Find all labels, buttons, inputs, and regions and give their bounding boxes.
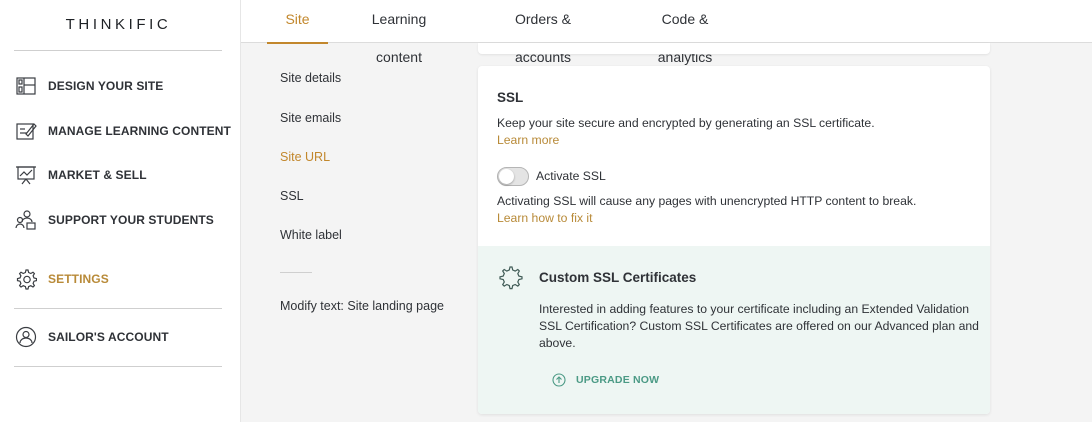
arrow-up-circle-icon (552, 373, 566, 387)
custom-ssl-upsell: Custom SSL Certificates Interested in ad… (478, 246, 990, 414)
sidebar-item-market-sell[interactable]: MARKET & SELL (14, 162, 147, 188)
tab-label: Orders & accounts (514, 11, 572, 65)
subnav-site-details[interactable]: Site details (280, 71, 341, 85)
subnav-divider (280, 272, 312, 273)
sidebar: THINKIFIC DESIGN YOUR SITE MANAGE LEARNI… (0, 0, 241, 422)
sidebar-divider (14, 366, 222, 367)
gear-icon (498, 265, 524, 291)
previous-card (478, 43, 990, 54)
ssl-description: Keep your site secure and encrypted by g… (497, 116, 875, 130)
sidebar-item-label: MANAGE LEARNING CONTENT (48, 124, 231, 138)
sidebar-item-settings[interactable]: SETTINGS (14, 266, 109, 292)
sidebar-item-label: SUPPORT YOUR STUDENTS (48, 213, 214, 227)
learn-more-link[interactable]: Learn more (497, 133, 559, 147)
top-tabs: Site Learning content Orders & accounts … (241, 0, 1092, 65)
tab-site[interactable]: Site (267, 0, 328, 44)
activate-ssl-toggle[interactable] (497, 167, 529, 186)
sidebar-item-label: MARKET & SELL (48, 168, 147, 182)
upgrade-now-button[interactable]: UPGRADE NOW (552, 373, 659, 387)
learn-how-to-fix-link[interactable]: Learn how to fix it (497, 211, 593, 225)
sidebar-item-account[interactable]: SAILOR'S ACCOUNT (14, 324, 169, 350)
tab-label: Site (285, 11, 310, 27)
sidebar-item-design-your-site[interactable]: DESIGN YOUR SITE (14, 73, 163, 99)
tab-code-analytics[interactable]: Code & analytics (634, 0, 736, 65)
subnav-ssl[interactable]: SSL (280, 189, 304, 203)
ssl-card: SSL Keep your site secure and encrypted … (478, 66, 990, 414)
sidebar-divider (14, 308, 222, 309)
subnav-site-emails[interactable]: Site emails (280, 111, 341, 125)
custom-ssl-text: Interested in adding features to your ce… (539, 302, 979, 350)
sidebar-item-label: SAILOR'S ACCOUNT (48, 330, 169, 344)
tab-orders-accounts[interactable]: Orders & accounts (487, 0, 599, 65)
toggle-knob (499, 169, 514, 184)
edit-icon (14, 120, 38, 142)
sidebar-item-support-your-students[interactable]: SUPPORT YOUR STUDENTS (14, 207, 214, 233)
sidebar-item-label: SETTINGS (48, 272, 109, 286)
user-icon (14, 326, 38, 348)
custom-ssl-title: Custom SSL Certificates (539, 270, 697, 285)
sidebar-divider (14, 50, 222, 51)
upgrade-now-label: UPGRADE NOW (576, 374, 660, 386)
presentation-icon (14, 164, 38, 186)
active-tab-indicator (267, 42, 328, 44)
tab-learning-content[interactable]: Learning content (347, 0, 451, 65)
gear-icon (14, 268, 38, 290)
sidebar-item-label: DESIGN YOUR SITE (48, 79, 164, 93)
layout-icon (14, 75, 38, 97)
subnav-modify-text[interactable]: Modify text: Site landing page (280, 299, 444, 313)
subnav-site-url[interactable]: Site URL (280, 150, 330, 164)
logo[interactable]: THINKIFIC (0, 16, 237, 33)
sidebar-item-manage-learning-content[interactable]: MANAGE LEARNING CONTENT (14, 118, 231, 144)
ssl-warning: Activating SSL will cause any pages with… (497, 194, 917, 208)
tab-label: Learning content (371, 11, 427, 65)
people-icon (14, 209, 38, 231)
ssl-title: SSL (497, 90, 524, 105)
activate-ssl-label: Activate SSL (536, 169, 606, 183)
subnav-white-label[interactable]: White label (280, 228, 342, 242)
tab-label: Code & analytics (657, 11, 713, 65)
